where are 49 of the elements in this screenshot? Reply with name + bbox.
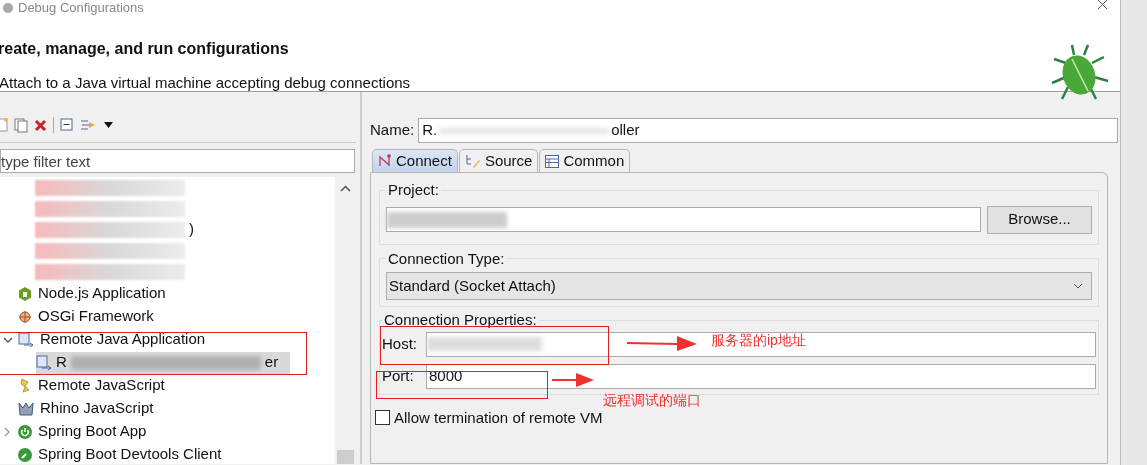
scroll-thumb[interactable] xyxy=(336,450,354,464)
window-arrow-icon xyxy=(18,332,34,347)
power-icon xyxy=(18,424,32,439)
host-label: Host: xyxy=(382,333,418,354)
tree-item[interactable]: R er xyxy=(36,351,291,374)
chevron-down-icon xyxy=(1073,283,1083,289)
window-arrow-icon xyxy=(36,355,52,370)
window-title: Debug Configurations xyxy=(18,0,144,15)
crown-icon xyxy=(18,401,34,416)
tab[interactable]: Connect xyxy=(372,149,458,172)
dropdown-caret-icon[interactable] xyxy=(104,122,113,128)
table-icon xyxy=(545,154,560,168)
collapse-caret-icon[interactable] xyxy=(2,335,14,344)
checkbox-label: Allow termination of remote VM xyxy=(394,407,603,428)
tree-pencil-icon xyxy=(464,153,481,169)
name-label: Name: xyxy=(370,120,415,141)
annotation-arrow xyxy=(552,373,594,387)
checkbox[interactable] xyxy=(375,410,390,426)
delete-icon[interactable] xyxy=(34,118,47,132)
tree-item[interactable]: Remote JavaScript xyxy=(36,374,167,397)
close-icon[interactable] xyxy=(1097,0,1108,9)
scroll-up-icon[interactable] xyxy=(339,185,351,192)
annotation-text: 远程调试的端口 xyxy=(603,391,701,410)
collapse-all-icon[interactable] xyxy=(60,118,74,132)
annotation-text: 服务器的ip地址 xyxy=(711,331,806,350)
project-label: Project: xyxy=(387,180,440,200)
connection-type-dropdown[interactable]: Standard (Socket Attach) xyxy=(386,272,1092,300)
tree-item[interactable]: Rhino JavaScript xyxy=(38,397,156,420)
tree-item[interactable]: Node.js Application xyxy=(36,282,168,305)
tab[interactable]: Source xyxy=(458,149,539,172)
annotation-arrow xyxy=(627,334,697,352)
tree-item[interactable]: Spring Boot Devtools Client xyxy=(36,443,224,464)
tree-item[interactable]: Remote Java Application xyxy=(38,328,208,351)
hexagon-icon xyxy=(18,286,32,301)
tree-item[interactable]: OSGi Framework xyxy=(36,305,156,328)
crosshair-icon xyxy=(18,309,32,324)
tree-item-label: ) xyxy=(189,219,194,240)
filter-field[interactable]: type filter text xyxy=(0,149,355,173)
project-field[interactable] xyxy=(386,207,981,232)
connect-icon xyxy=(378,154,392,168)
scroll-icon xyxy=(18,378,32,393)
tree-item[interactable]: Spring Boot App xyxy=(36,420,149,443)
duplicate-icon[interactable] xyxy=(14,117,28,133)
host-field[interactable] xyxy=(426,331,1096,357)
tab[interactable]: Common xyxy=(539,149,631,172)
browse-button[interactable]: Browse... xyxy=(987,205,1092,234)
name-field[interactable]: R. oller xyxy=(418,118,1118,143)
connection-properties-label: Connection Properties: xyxy=(383,310,538,330)
connection-type-label: Connection Type: xyxy=(387,248,506,269)
